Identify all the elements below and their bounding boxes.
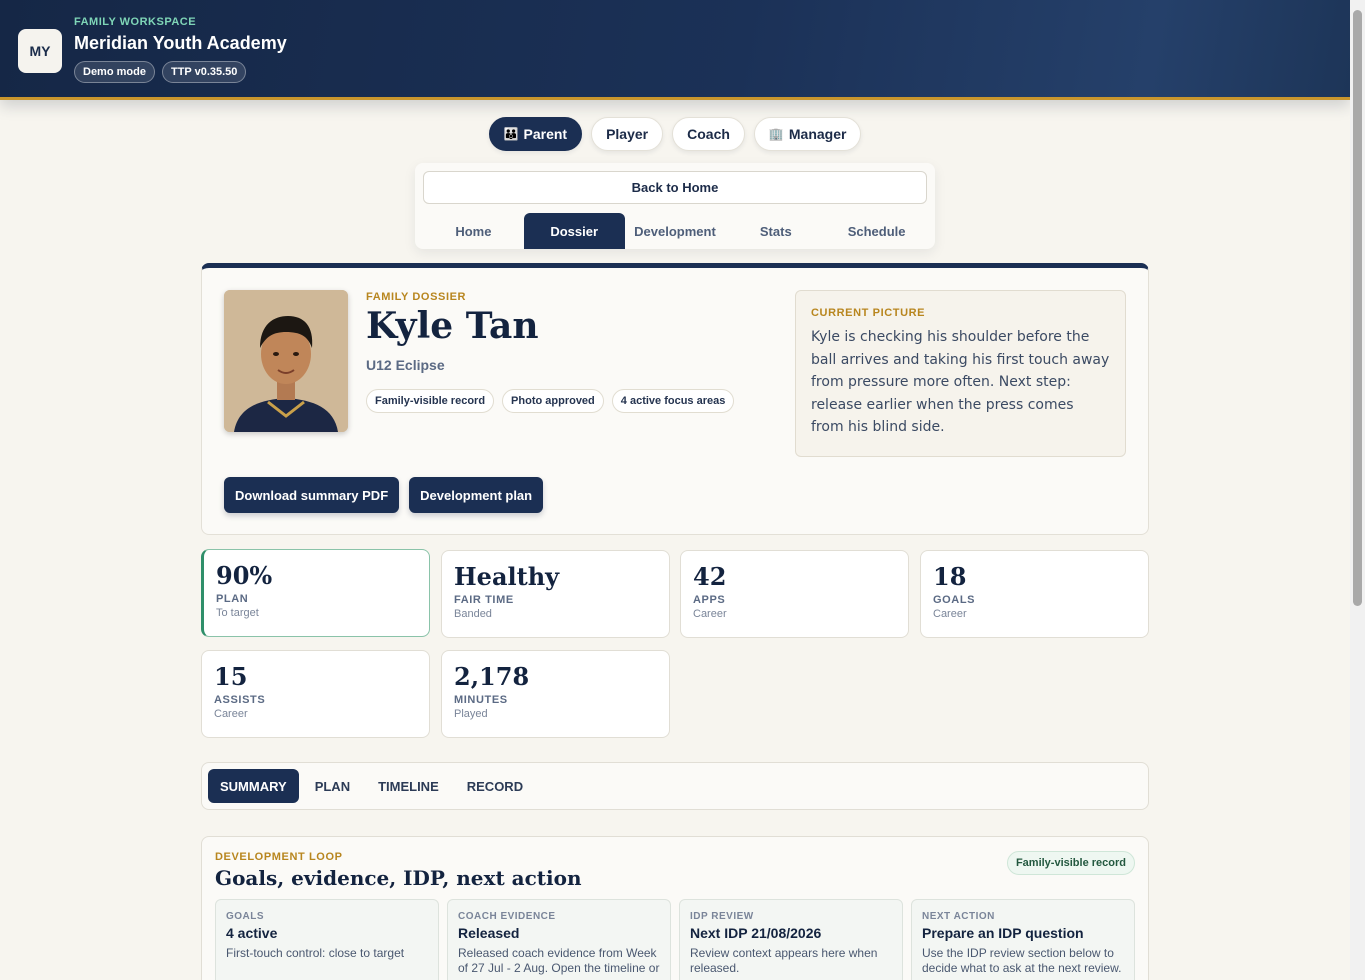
- loop-card-value: Released: [458, 925, 520, 941]
- loop-card-label: GOALS: [226, 911, 265, 922]
- tab-dossier[interactable]: Dossier: [523, 213, 625, 249]
- loop-card-label: NEXT ACTION: [922, 911, 995, 922]
- stat-value: 42: [693, 562, 727, 591]
- stat-label: ASSISTS: [214, 694, 266, 706]
- section-tab-timeline[interactable]: TIMELINE: [366, 769, 451, 803]
- dossier-card: FAMILY DOSSIER Kyle Tan U12 Eclipse Fami…: [201, 263, 1149, 535]
- player-team: U12 Eclipse: [366, 357, 445, 373]
- role-label: Parent: [523, 126, 568, 142]
- stat-card-apps: 42 APPS Career: [680, 550, 909, 638]
- stat-value: 90%: [216, 561, 273, 590]
- loop-card-value: 4 active: [226, 925, 278, 941]
- stat-label: APPS: [693, 594, 726, 606]
- current-picture-label: CURRENT PICTURE: [811, 307, 926, 319]
- demo-mode-badge: Demo mode: [74, 61, 155, 83]
- loop-eyebrow: DEVELOPMENT LOOP: [215, 851, 343, 863]
- tab-schedule[interactable]: Schedule: [826, 213, 927, 249]
- family-visible-chip: Family-visible record: [366, 389, 495, 413]
- stat-value: Healthy: [454, 562, 560, 591]
- role-player-button[interactable]: Player: [591, 117, 664, 151]
- focus-areas-chip: 4 active focus areas: [611, 389, 735, 413]
- tab-home[interactable]: Home: [423, 213, 524, 249]
- loop-card-text: First-touch control: close to target: [226, 946, 405, 960]
- loop-card-label: COACH EVIDENCE: [458, 911, 556, 922]
- loop-card-idp-review[interactable]: IDP REVIEW Next IDP 21/08/2026 Review co…: [679, 899, 903, 980]
- stat-card-assists: 15 ASSISTS Career: [201, 650, 430, 738]
- section-tab-plan[interactable]: PLAN: [303, 769, 362, 803]
- stat-sub: Career: [214, 708, 248, 720]
- current-picture-panel: CURRENT PICTURE Kyle is checking his sho…: [795, 290, 1126, 457]
- photo-approved-chip: Photo approved: [502, 389, 604, 413]
- section-tab-summary[interactable]: SUMMARY: [208, 769, 299, 803]
- loop-card-value: Next IDP 21/08/2026: [690, 925, 822, 941]
- role-switcher: 👪 Parent Player Coach 🏢 Manager: [0, 117, 1350, 151]
- player-portrait-image: [224, 290, 348, 432]
- family-visible-badge: Family-visible record: [1006, 851, 1135, 875]
- player-photo: [224, 290, 348, 432]
- dossier-eyebrow: FAMILY DOSSIER: [366, 291, 467, 303]
- loop-card-value: Prepare an IDP question: [922, 925, 1084, 941]
- loop-card-next-action[interactable]: NEXT ACTION Prepare an IDP question Use …: [911, 899, 1135, 980]
- workspace-title: Meridian Youth Academy: [74, 33, 287, 53]
- role-label: Player: [606, 126, 649, 142]
- stat-card-minutes: 2,178 MINUTES Played: [441, 650, 670, 738]
- back-to-home-button[interactable]: Back to Home: [423, 171, 927, 204]
- loop-title: Goals, evidence, IDP, next action: [215, 866, 582, 890]
- dossier-chips: Family-visible record Photo approved 4 a…: [366, 389, 735, 413]
- stat-sub: To target: [216, 607, 259, 619]
- loop-card-text: Review context appears here when release…: [690, 946, 878, 975]
- role-coach-button[interactable]: Coach: [672, 117, 745, 151]
- stat-value: 18: [933, 562, 967, 591]
- section-tabs: SUMMARY PLAN TIMELINE RECORD: [201, 762, 1149, 810]
- family-icon: 👪: [503, 127, 519, 141]
- stat-card-plan: 90% PLAN To target: [201, 549, 430, 637]
- stat-value: 15: [214, 662, 248, 691]
- stat-card-goals: 18 GOALS Career: [920, 550, 1149, 638]
- role-parent-button[interactable]: 👪 Parent: [488, 117, 583, 151]
- current-picture-text: Kyle is checking his shoulder before the…: [811, 329, 1110, 435]
- loop-card-coach-evidence[interactable]: COACH EVIDENCE Released Released coach e…: [447, 899, 671, 980]
- dossier-actions: Download summary PDF Development plan: [224, 477, 544, 513]
- stat-sub: Career: [933, 608, 967, 620]
- player-name: Kyle Tan: [366, 305, 539, 347]
- stat-label: PLAN: [216, 593, 249, 605]
- page-subnav: Back to Home Home Dossier Development St…: [415, 163, 935, 249]
- stat-sub: Played: [454, 708, 488, 720]
- loop-card-text: Released coach evidence from Week of 27 …: [458, 946, 660, 975]
- section-tab-record[interactable]: RECORD: [455, 769, 535, 803]
- loop-card-text: Use the IDP review section below to deci…: [922, 946, 1122, 975]
- role-label: Manager: [788, 126, 847, 142]
- tab-stats[interactable]: Stats: [725, 213, 826, 249]
- header-badges: Demo mode TTP v0.35.50: [74, 61, 247, 83]
- download-summary-pdf-button[interactable]: Download summary PDF: [224, 477, 400, 513]
- stat-card-fair-time: Healthy FAIR TIME Banded: [441, 550, 670, 638]
- development-plan-button[interactable]: Development plan: [409, 477, 544, 513]
- tab-development[interactable]: Development: [625, 213, 726, 249]
- version-badge: TTP v0.35.50: [161, 61, 247, 83]
- stat-sub: Career: [693, 608, 727, 620]
- stat-label: GOALS: [933, 594, 976, 606]
- role-manager-button[interactable]: 🏢 Manager: [753, 117, 862, 151]
- scrollbar-thumb[interactable]: [1353, 10, 1362, 606]
- academy-logo[interactable]: MY: [18, 29, 62, 73]
- stat-value: 2,178: [454, 662, 530, 691]
- stat-label: MINUTES: [454, 694, 508, 706]
- role-label: Coach: [687, 126, 730, 142]
- stat-label: FAIR TIME: [454, 594, 514, 606]
- loop-card-label: IDP REVIEW: [690, 911, 754, 922]
- workspace-label: FAMILY WORKSPACE: [74, 16, 197, 28]
- development-loop-card: DEVELOPMENT LOOP Goals, evidence, IDP, n…: [201, 836, 1149, 980]
- building-icon: 🏢: [768, 127, 784, 141]
- page-tabs: Home Dossier Development Stats Schedule: [423, 213, 927, 249]
- app-header: MY FAMILY WORKSPACE Meridian Youth Acade…: [0, 0, 1350, 100]
- stat-sub: Banded: [454, 608, 492, 620]
- loop-card-goals[interactable]: GOALS 4 active First-touch control: clos…: [215, 899, 439, 980]
